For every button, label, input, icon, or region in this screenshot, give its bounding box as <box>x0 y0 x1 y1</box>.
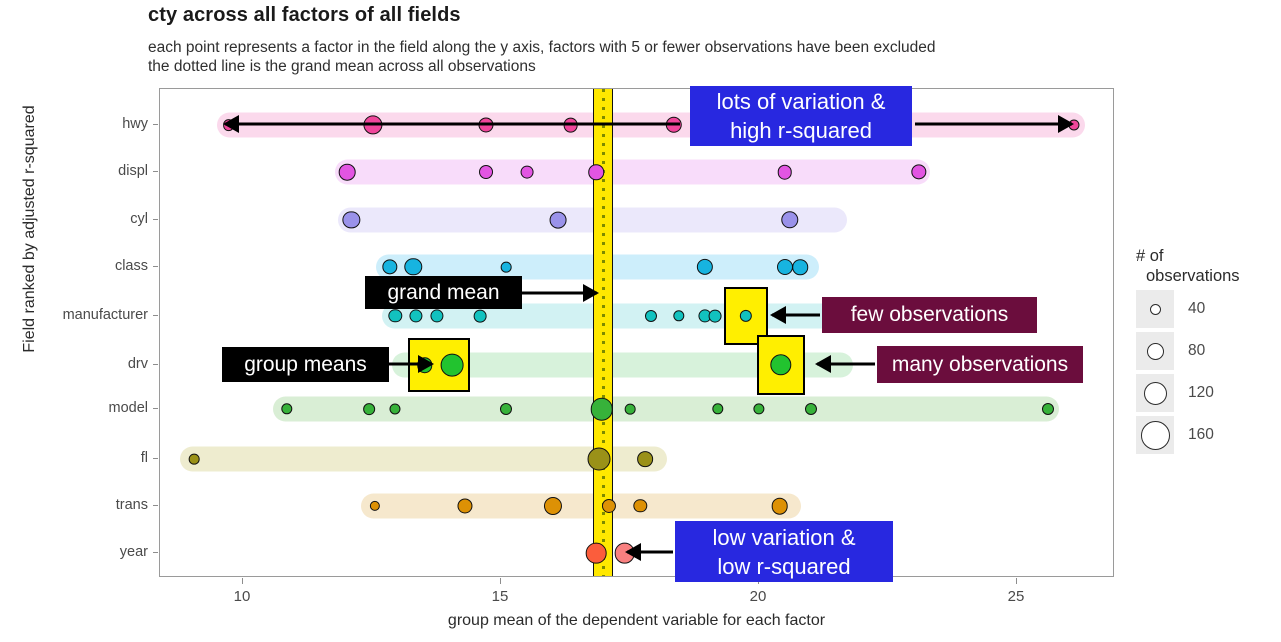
data-point-model <box>624 403 636 415</box>
legend-key-circle-icon <box>1136 332 1174 370</box>
y-tick-mark <box>153 552 158 553</box>
data-point-trans <box>771 497 788 515</box>
x-tick-mark <box>242 578 243 584</box>
data-point-model <box>590 397 613 421</box>
data-point-displ <box>338 163 356 181</box>
data-point-model <box>363 403 376 415</box>
y-axis-tick-model: model <box>108 400 149 416</box>
y-axis-tick-fl: fl <box>140 450 148 466</box>
y-axis-tick-cyl: cyl <box>130 211 148 227</box>
data-point-model <box>1041 402 1054 416</box>
x-tick-mark <box>1016 578 1017 584</box>
range-band-trans <box>361 493 801 519</box>
circle-icon <box>1143 381 1167 405</box>
annotation-grand-mean: grand mean <box>365 276 522 309</box>
y-axis-tick-trans: trans <box>115 497 148 513</box>
legend-entries: 40 80 120 160 <box>1136 290 1276 454</box>
data-point-trans <box>543 496 562 516</box>
page-title: cty across all factors of all fields <box>148 4 461 26</box>
y-tick-mark <box>153 219 158 220</box>
y-tick-mark <box>153 171 158 172</box>
data-point-displ <box>777 164 793 180</box>
arrow-hwy-left-head <box>223 115 239 133</box>
y-tick-mark <box>153 505 158 506</box>
legend-item-160[interactable]: 160 <box>1136 416 1276 454</box>
arrow-hwy-left-line <box>225 122 680 126</box>
legend-key-circle-icon <box>1136 374 1174 412</box>
legend-label: 40 <box>1188 300 1206 317</box>
legend-label: 120 <box>1188 384 1214 401</box>
legend-key-circle-icon <box>1136 290 1174 328</box>
circle-icon <box>1149 303 1161 315</box>
legend-key-circle-icon <box>1136 416 1174 454</box>
x-axis-tick-10: 10 <box>233 588 251 605</box>
data-point-model <box>389 403 401 415</box>
y-axis-tick-year: year <box>119 544 148 560</box>
legend: # of observations 40 80 120 160 <box>1136 246 1276 454</box>
y-axis-title: Field ranked by adjusted r-squared <box>21 105 38 353</box>
y-axis-tick-drv: drv <box>127 356 148 372</box>
y-tick-mark <box>153 364 158 365</box>
legend-title: # of observations <box>1136 246 1276 286</box>
y-tick-mark <box>153 266 158 267</box>
data-point-manufacturer <box>708 309 722 323</box>
y-tick-mark <box>153 124 158 125</box>
annotation-many-observations: many observations <box>877 346 1083 383</box>
arrow-group-means-head <box>418 355 434 373</box>
legend-item-120[interactable]: 120 <box>1136 374 1276 412</box>
data-point-manufacturer <box>473 309 487 323</box>
y-tick-mark <box>153 408 158 409</box>
data-point-drv <box>440 353 464 377</box>
annotation-lots-of-variation: lots of variation & high r-squared <box>690 86 912 146</box>
data-point-fl <box>188 453 200 465</box>
arrow-hwy-right-head <box>1058 115 1074 133</box>
legend-item-80[interactable]: 80 <box>1136 332 1276 370</box>
data-point-class <box>792 259 809 275</box>
data-point-model <box>804 402 817 416</box>
y-tick-mark <box>153 458 158 459</box>
annotation-group-means: group means <box>222 347 389 382</box>
circle-icon <box>1140 420 1170 450</box>
chart-subtitle: each point represents a factor in the fi… <box>148 39 936 75</box>
data-point-manufacturer <box>644 309 657 323</box>
y-axis-tick-class: class <box>114 258 148 274</box>
legend-title-line2: observations <box>1146 267 1240 285</box>
arrow-grand-mean-head <box>583 284 599 302</box>
data-point-class <box>776 259 793 275</box>
data-point-displ <box>588 164 605 180</box>
x-axis-tick-15: 15 <box>491 588 509 605</box>
data-point-trans <box>457 498 473 514</box>
annotation-low-variation: low variation & low r-squared <box>675 521 893 582</box>
arrow-many-observations-head <box>815 355 831 373</box>
x-axis-tick-25: 25 <box>1007 588 1025 605</box>
y-axis-tick-displ: displ <box>118 163 148 179</box>
legend-label: 160 <box>1188 426 1214 443</box>
circle-icon <box>1146 342 1164 360</box>
data-point-cyl <box>549 211 567 229</box>
arrow-hwy-right-line <box>915 122 1072 126</box>
x-axis-tick-20: 20 <box>749 588 767 605</box>
legend-label: 80 <box>1188 342 1206 359</box>
legend-item-40[interactable]: 40 <box>1136 290 1276 328</box>
data-point-fl <box>587 447 611 471</box>
data-point-displ <box>478 165 493 179</box>
x-tick-mark <box>500 578 501 584</box>
data-point-displ <box>520 165 534 179</box>
y-axis-tick-hwy: hwy <box>122 116 148 132</box>
arrow-low-variation-head <box>625 543 641 561</box>
range-band-displ <box>335 159 930 185</box>
data-point-year <box>586 542 607 564</box>
y-axis-tick-manufacturer: manufacturer <box>62 307 148 323</box>
data-point-class <box>500 261 512 273</box>
data-point-model <box>500 402 513 416</box>
arrow-few-observations-head <box>770 306 786 324</box>
legend-title-line1: # of <box>1136 247 1164 265</box>
data-point-fl <box>637 451 654 467</box>
y-tick-mark <box>153 315 158 316</box>
x-axis-title: group mean of the dependent variable for… <box>447 612 826 629</box>
chart-root: cty across all factors of all fields eac… <box>0 0 1281 642</box>
annotation-few-observations: few observations <box>822 297 1037 333</box>
